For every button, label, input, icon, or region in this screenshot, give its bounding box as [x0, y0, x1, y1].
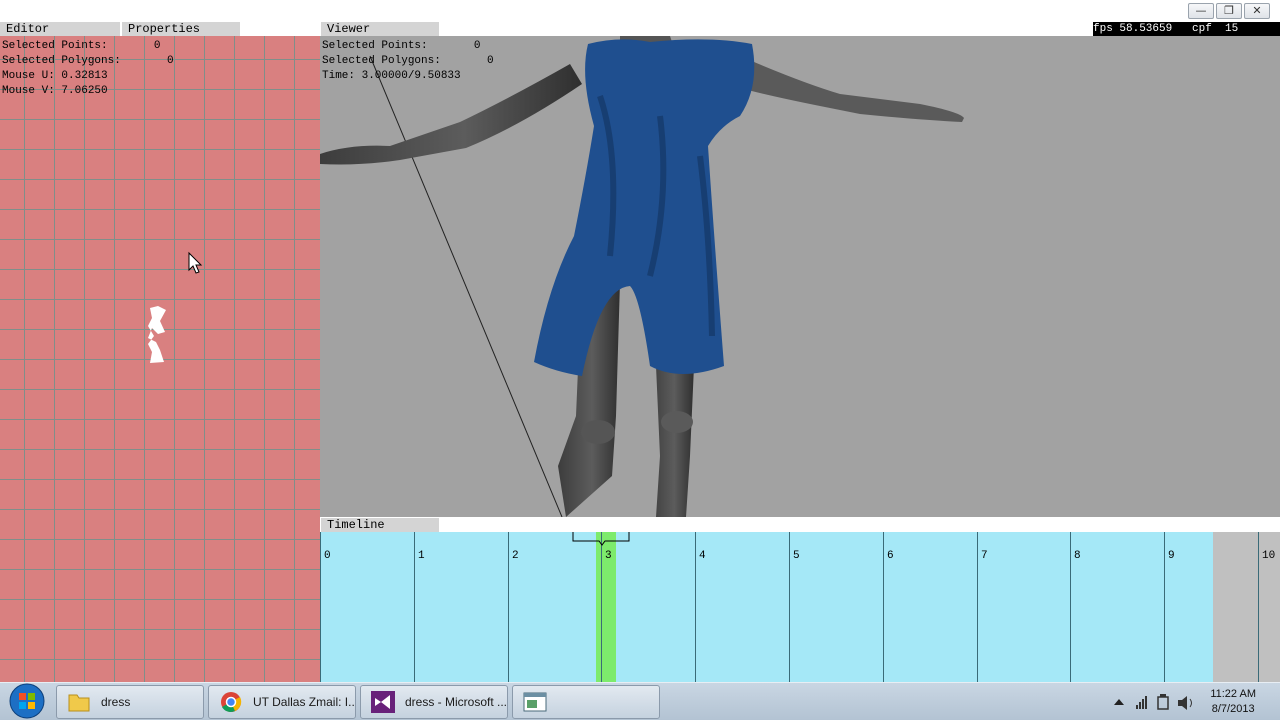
timeline-tick-label: 6	[887, 550, 894, 562]
clock-time: 11:22 AM	[1210, 688, 1256, 700]
viewer-selected-polygons: Selected Polygons: 0	[322, 55, 494, 67]
timeline-tick	[1164, 532, 1165, 682]
timeline-tick-label: 7	[981, 550, 988, 562]
folder-icon	[68, 694, 90, 712]
left-knee	[581, 420, 615, 444]
mouse-cursor-icon	[188, 251, 203, 274]
timeline-tick	[414, 532, 415, 682]
tab-viewer[interactable]: Viewer	[321, 22, 439, 36]
start-button[interactable]	[2, 681, 52, 719]
taskbar: dress UT Dallas Zmail: I... dress - Micr…	[0, 682, 1280, 720]
timeline-track[interactable]: 0 1 2 3 4 5 6 7 8 9 10	[320, 532, 1280, 682]
taskbar-item-chrome[interactable]: UT Dallas Zmail: I...	[208, 685, 356, 719]
timeline-tick	[695, 532, 696, 682]
timeline-tick	[1070, 532, 1071, 682]
timeline-tick-label: 10	[1262, 550, 1276, 562]
uv-overlay	[148, 251, 203, 363]
app-window-icon	[523, 692, 547, 712]
taskbar-item-app-window[interactable]	[512, 685, 660, 719]
uv-island-shape	[148, 306, 166, 363]
tab-timeline[interactable]: Timeline	[321, 518, 439, 532]
show-hidden-icons-icon	[1114, 699, 1124, 705]
taskbar-item-label: UT Dallas Zmail: I...	[253, 695, 356, 709]
timeline-tick-label: 9	[1168, 550, 1175, 562]
taskbar-clock[interactable]: 11:22 AM 8/7/2013	[1210, 687, 1256, 717]
power-icon	[1157, 694, 1169, 710]
3d-viewport[interactable]: Selected Points: 0 Selected Polygons: 0 …	[320, 36, 1280, 517]
close-button[interactable]: ✕	[1244, 3, 1270, 19]
uv-editor-canvas[interactable]: Selected Points: 0 Selected Polygons: 0 …	[0, 36, 320, 682]
timeline-tick-label: 1	[418, 550, 425, 562]
visual-studio-icon	[371, 691, 395, 713]
signal-icon	[1136, 696, 1147, 709]
timeline-tick-label: 4	[699, 550, 706, 562]
volume-icon	[1178, 696, 1192, 710]
right-arm	[740, 56, 964, 122]
timeline-tick	[601, 532, 602, 682]
timeline-tick	[320, 532, 321, 682]
timeline-tick-label: 2	[512, 550, 519, 562]
fps-readout: fps 58.53659 cpf 15	[1093, 22, 1280, 36]
timeline-tick	[883, 532, 884, 682]
viewer-selected-points: Selected Points: 0	[322, 40, 481, 52]
restore-button[interactable]: ❐	[1216, 3, 1242, 19]
timeline-tick	[789, 532, 790, 682]
mannequin-scene	[320, 36, 964, 517]
taskbar-item-visual-studio[interactable]: dress - Microsoft ...	[360, 685, 508, 719]
timeline-tick	[1258, 532, 1259, 682]
taskbar-item-label: dress - Microsoft ...	[405, 695, 508, 709]
system-tray	[1114, 694, 1192, 710]
tab-editor[interactable]: Editor	[0, 22, 120, 36]
taskbar-item-label: dress	[101, 695, 131, 709]
timeline-tick	[977, 532, 978, 682]
timeline-tick-label: 3	[605, 550, 612, 562]
tab-properties[interactable]: Properties	[122, 22, 240, 36]
timeline-tick-label: 5	[793, 550, 800, 562]
viewer-time: Time: 3.00000/9.50833	[322, 70, 461, 82]
timeline-tick-label: 8	[1074, 550, 1081, 562]
chrome-icon	[221, 692, 242, 712]
clock-date: 8/7/2013	[1211, 703, 1255, 715]
taskbar-item-dress-folder[interactable]: dress	[56, 685, 204, 719]
timeline-tick-label: 0	[324, 550, 331, 562]
timeline-tick	[508, 532, 509, 682]
right-knee	[661, 411, 693, 433]
playhead-handle[interactable]	[572, 532, 632, 546]
minimize-button[interactable]: —	[1188, 3, 1214, 19]
